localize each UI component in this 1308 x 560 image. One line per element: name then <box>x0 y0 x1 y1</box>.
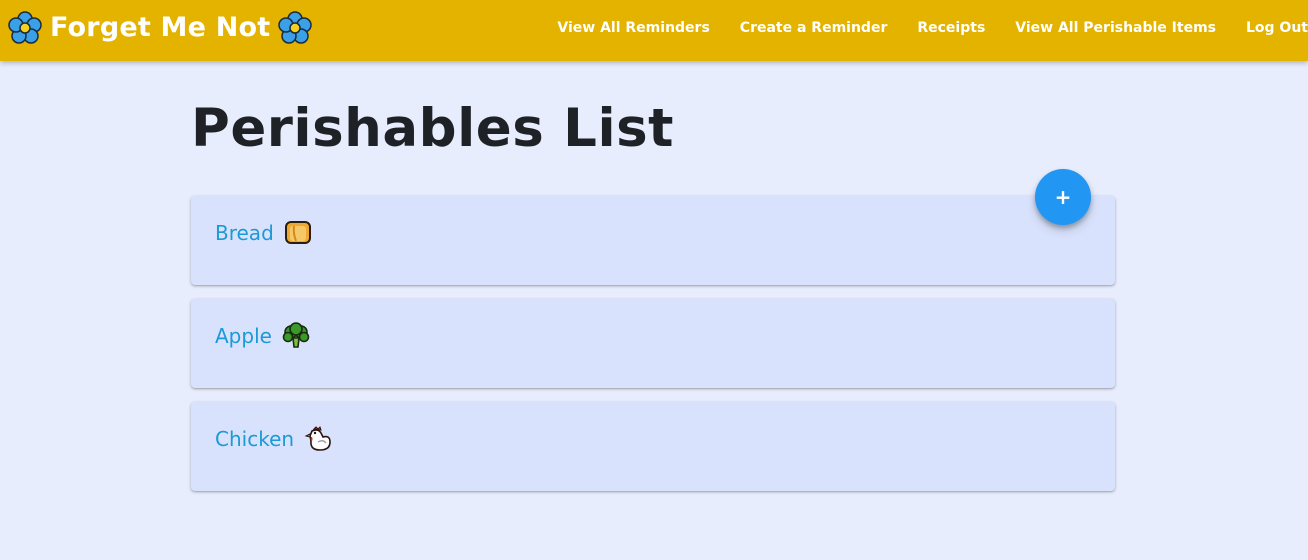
page-title: Perishables List <box>191 98 675 159</box>
item-name: Bread <box>215 221 274 245</box>
nav-link-create-reminder[interactable]: Create a Reminder <box>740 20 888 36</box>
item-name: Apple <box>215 324 272 348</box>
brand[interactable]: Forget Me Not <box>8 0 313 55</box>
nav-link-view-all-reminders[interactable]: View All Reminders <box>557 20 709 36</box>
perishables-list: Bread Apple Chicken <box>191 196 1115 505</box>
forget-me-not-flower-icon <box>278 10 313 44</box>
add-item-button[interactable]: + <box>1035 169 1091 225</box>
navbar: Forget Me Not View All Reminders Create … <box>0 0 1308 61</box>
list-item[interactable]: Apple <box>191 299 1115 388</box>
nav-links: View All Reminders Create a Reminder Rec… <box>557 0 1308 55</box>
list-item[interactable]: Chicken <box>191 402 1115 491</box>
nav-link-log-out[interactable]: Log Out <box>1246 20 1308 36</box>
nav-link-receipts[interactable]: Receipts <box>917 20 985 36</box>
forget-me-not-flower-icon <box>8 10 42 44</box>
item-name: Chicken <box>215 427 295 451</box>
list-item[interactable]: Bread <box>191 196 1115 285</box>
bread-icon <box>284 221 311 244</box>
app-title: Forget Me Not <box>50 12 271 43</box>
broccoli-icon <box>282 322 310 348</box>
chicken-icon <box>304 426 331 451</box>
nav-link-view-all-perishables[interactable]: View All Perishable Items <box>1015 20 1216 36</box>
